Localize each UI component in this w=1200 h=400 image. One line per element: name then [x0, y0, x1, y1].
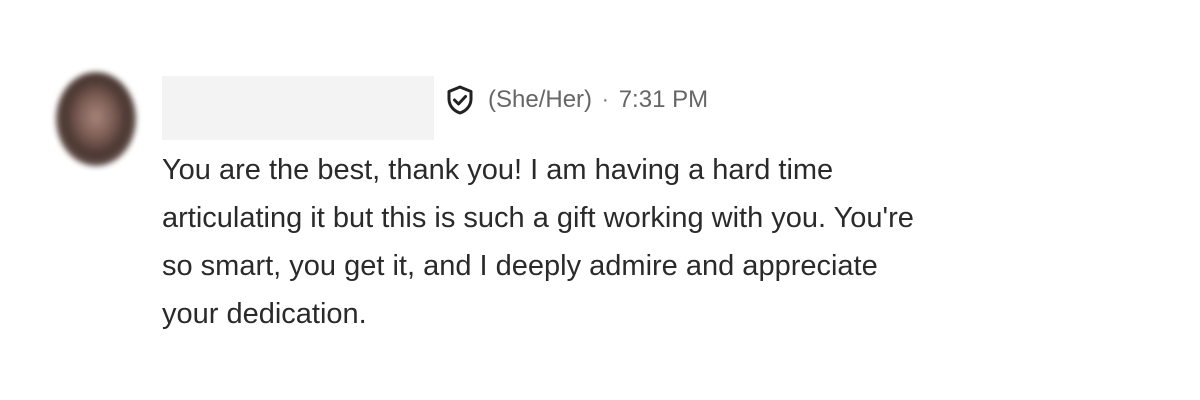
message-body-line: articulating it but this is such a gift …: [162, 202, 914, 234]
timestamp: 7:31 PM: [618, 86, 709, 113]
avatar[interactable]: [56, 72, 136, 166]
chat-message: (She/Her) · 7:31 PM You are the best, th…: [0, 0, 1200, 400]
meta-separator: ·: [602, 88, 609, 111]
message-body: You are the best, thank you! I am having…: [162, 146, 1122, 338]
sender-name-redacted: [162, 76, 434, 140]
message-body-line: You are the best, thank you! I am having…: [162, 154, 834, 186]
message-body-line: so smart, you get it, and I deeply admir…: [162, 250, 878, 282]
message-body-line: your dedication.: [162, 298, 367, 330]
pronouns: (She/Her): [488, 86, 593, 113]
message-header-meta: (She/Her) · 7:31 PM: [444, 84, 708, 116]
shield-check-icon: [444, 84, 476, 116]
